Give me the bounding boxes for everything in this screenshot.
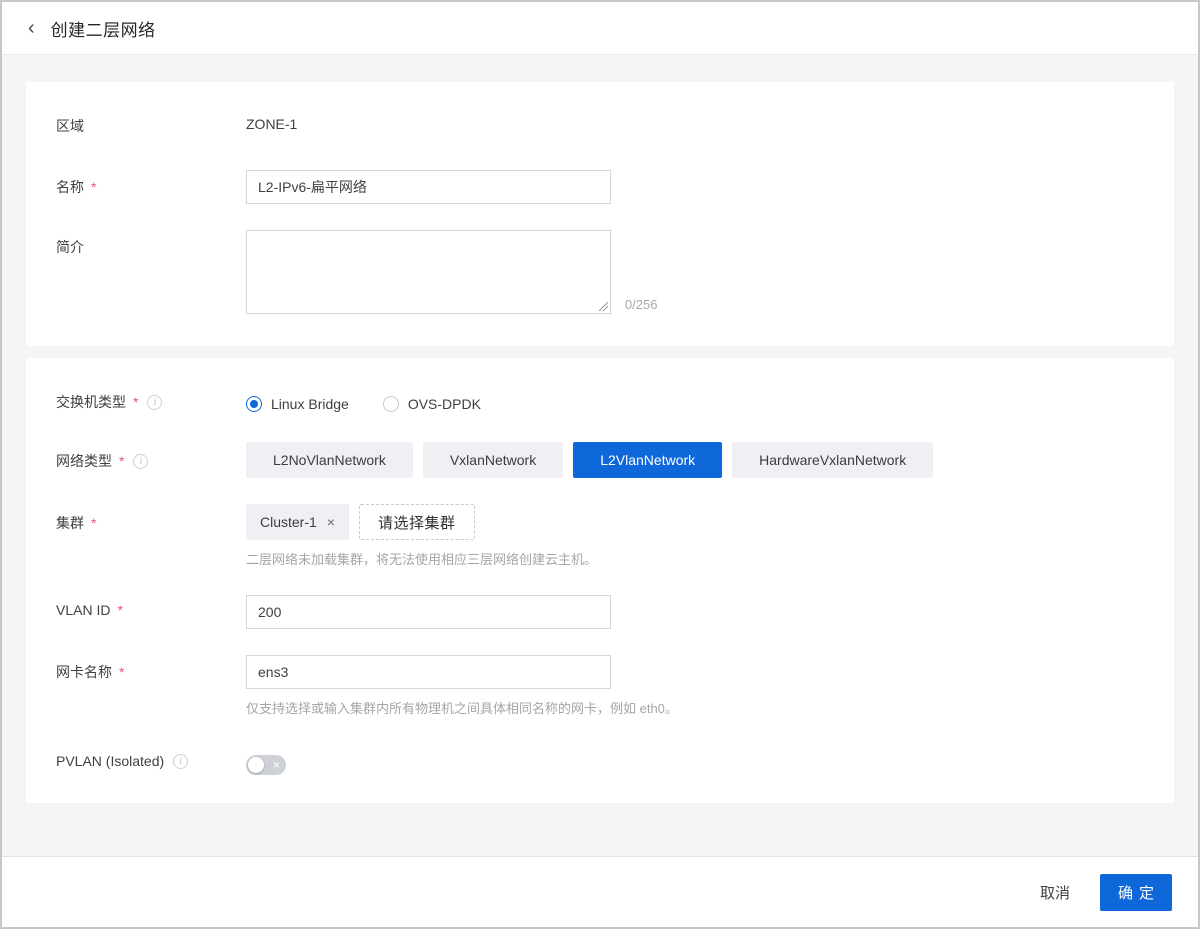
nic-name-row: 网卡名称 * 仅支持选择或输入集群内所有物理机之间具体相同名称的网卡，例如 eth… [56, 655, 1144, 717]
description-label-wrap: 简介 [56, 230, 246, 257]
network-type-button-group: L2NoVlanNetwork VxlanNetwork L2VlanNetwo… [246, 442, 1144, 478]
back-button[interactable]: ‹ [28, 18, 35, 38]
network-type-l2vlan-button[interactable]: L2VlanNetwork [573, 442, 722, 478]
zone-label: 区域 [56, 116, 84, 136]
form-content: 区域 ZONE-1 名称 * 简介 [2, 55, 1198, 856]
nic-helper-text: 仅支持选择或输入集群内所有物理机之间具体相同名称的网卡，例如 eth0。 [246, 698, 1144, 717]
footer-actions: 取消 确定 [2, 856, 1198, 927]
network-type-label: 网络类型 [56, 451, 112, 471]
cluster-tag: Cluster-1 × [246, 504, 349, 540]
required-asterisk: * [91, 515, 96, 531]
cancel-button[interactable]: 取消 [1040, 882, 1070, 903]
pvlan-label: PVLAN (Isolated) [56, 753, 164, 769]
pvlan-row: PVLAN (Isolated) i × [56, 753, 1144, 775]
name-input[interactable] [246, 170, 611, 204]
page-header: ‹ 创建二层网络 [2, 2, 1198, 55]
switch-type-row: 交换机类型 * i Linux Bridge OVS-DPDK [56, 392, 1144, 412]
switch-type-radio-group: Linux Bridge OVS-DPDK [246, 392, 1144, 412]
network-type-row: 网络类型 * i L2NoVlanNetwork VxlanNetwork L2V… [56, 442, 1144, 478]
required-asterisk: * [117, 602, 122, 618]
cluster-label-wrap: 集群 * [56, 504, 246, 533]
zone-row: 区域 ZONE-1 [56, 116, 1144, 136]
vlan-id-label: VLAN ID [56, 602, 110, 618]
network-config-card: 交换机类型 * i Linux Bridge OVS-DPDK [26, 358, 1174, 803]
confirm-button[interactable]: 确定 [1100, 874, 1172, 911]
vlan-id-label-wrap: VLAN ID * [56, 595, 246, 618]
radio-unselected-icon [383, 396, 399, 412]
toggle-off-icon: × [273, 759, 280, 771]
radio-linux-bridge[interactable]: Linux Bridge [246, 396, 349, 412]
toggle-knob-icon [248, 757, 264, 773]
vlan-id-row: VLAN ID * [56, 595, 1144, 629]
network-type-label-wrap: 网络类型 * i [56, 442, 246, 471]
radio-label: Linux Bridge [271, 396, 349, 412]
info-icon[interactable]: i [147, 395, 162, 410]
cluster-selection: Cluster-1 × 请选择集群 [246, 504, 1144, 540]
cluster-label: 集群 [56, 513, 84, 533]
radio-label: OVS-DPDK [408, 396, 481, 412]
zone-value: ZONE-1 [246, 116, 297, 132]
basic-info-card: 区域 ZONE-1 名称 * 简介 [26, 82, 1174, 346]
nic-name-input[interactable] [246, 655, 611, 689]
required-asterisk: * [119, 664, 124, 680]
info-icon[interactable]: i [133, 454, 148, 469]
select-cluster-button[interactable]: 请选择集群 [359, 504, 475, 540]
nic-name-label-wrap: 网卡名称 * [56, 655, 246, 682]
page-title: 创建二层网络 [51, 16, 156, 41]
vlan-id-input[interactable] [246, 595, 611, 629]
switch-type-label: 交换机类型 [56, 392, 126, 412]
description-label: 简介 [56, 237, 84, 257]
required-asterisk: * [133, 394, 138, 410]
resize-handle-icon[interactable] [599, 302, 608, 311]
cluster-row: 集群 * Cluster-1 × 请选择集群 二层网络未加载集群，将无法使用相应三… [56, 504, 1144, 568]
char-counter: 0/256 [625, 297, 658, 314]
description-textarea[interactable] [246, 230, 611, 314]
cluster-tag-label: Cluster-1 [260, 514, 317, 530]
required-asterisk: * [91, 179, 96, 195]
required-asterisk: * [119, 453, 124, 469]
network-type-vxlan-button[interactable]: VxlanNetwork [423, 442, 563, 478]
nic-name-label: 网卡名称 [56, 662, 112, 682]
remove-tag-icon[interactable]: × [327, 515, 335, 529]
radio-selected-icon [246, 396, 262, 412]
name-label: 名称 [56, 177, 84, 197]
info-icon[interactable]: i [173, 754, 188, 769]
radio-ovs-dpdk[interactable]: OVS-DPDK [383, 396, 481, 412]
name-label-wrap: 名称 * [56, 170, 246, 197]
back-chevron-icon: ‹ [28, 18, 35, 38]
name-row: 名称 * [56, 170, 1144, 204]
network-type-hardwarevxlan-button[interactable]: HardwareVxlanNetwork [732, 442, 933, 478]
create-l2-network-page: ‹ 创建二层网络 区域 ZONE-1 名称 * [0, 0, 1200, 929]
zone-label-wrap: 区域 [56, 116, 246, 136]
cluster-helper-text: 二层网络未加载集群，将无法使用相应三层网络创建云主机。 [246, 549, 1144, 568]
pvlan-toggle[interactable]: × [246, 755, 286, 775]
description-row: 简介 0/256 [56, 230, 1144, 314]
switch-type-label-wrap: 交换机类型 * i [56, 392, 246, 412]
network-type-l2novlan-button[interactable]: L2NoVlanNetwork [246, 442, 413, 478]
pvlan-label-wrap: PVLAN (Isolated) i [56, 753, 246, 769]
